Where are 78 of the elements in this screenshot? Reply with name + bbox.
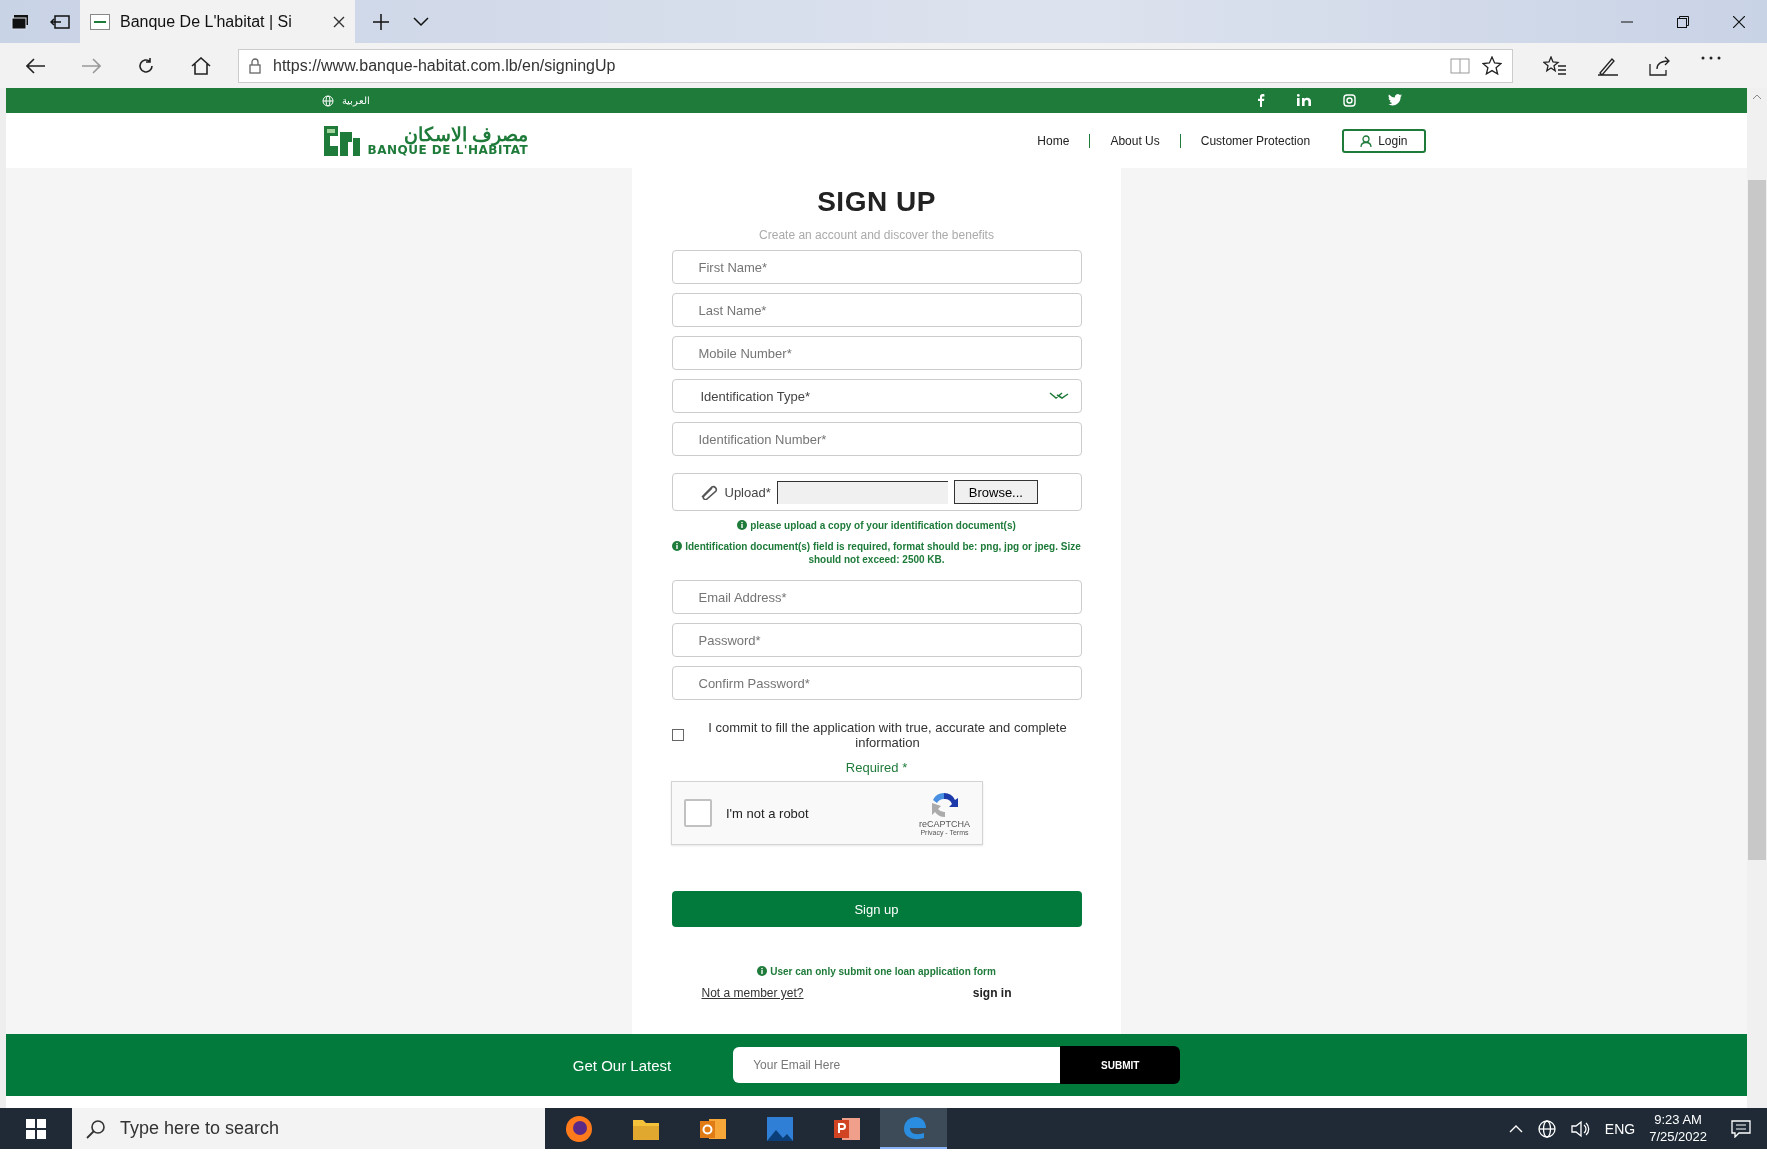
network-globe-icon[interactable]	[1536, 1118, 1557, 1139]
info-note: User can only submit one loan application form	[770, 966, 996, 977]
back-arrow-icon[interactable]	[25, 57, 46, 74]
text-field[interactable]: Mobile Number*	[671, 336, 1082, 370]
restore-icon[interactable]	[1677, 15, 1689, 28]
chevron-down-icon[interactable]	[413, 16, 429, 27]
info-icon	[757, 966, 768, 976]
upload-field[interactable]: Upload* Browse...	[671, 473, 1082, 511]
required-label: Required *	[845, 760, 908, 775]
not-member-link[interactable]: Not a member yet?	[701, 986, 804, 1000]
firefox-icon[interactable]	[564, 1114, 593, 1143]
newsletter-label: Get Our Latest	[572, 1056, 672, 1074]
page-title: SIGN UP	[817, 186, 936, 218]
notification-icon[interactable]	[1731, 1119, 1751, 1138]
upload-note: please upload a copy of your identification document(s)	[750, 520, 1016, 531]
nav-link[interactable]: Home	[1017, 133, 1091, 148]
subtitle: Create an account and discover the benefits	[759, 228, 994, 242]
lock-icon	[249, 57, 261, 74]
recaptcha-brand: reCAPTCHA	[919, 818, 970, 829]
browser-tab[interactable]: Banque De L'habitat | Si	[80, 0, 355, 43]
email-field[interactable]: Your Email Here	[733, 1047, 1061, 1083]
captcha-label: I'm not a robot	[726, 805, 810, 821]
more-icon[interactable]	[1701, 55, 1721, 60]
linkedin-icon[interactable]	[1296, 94, 1311, 106]
nav-link[interactable]: About Us	[1090, 133, 1181, 148]
close-icon[interactable]	[333, 15, 345, 28]
search-icon	[86, 1118, 106, 1139]
sign-in-link[interactable]: sign in	[972, 986, 1012, 1000]
close-icon[interactable]	[1733, 15, 1745, 28]
checkbox-label: I commit to fill the application with true, accurate and complete information	[707, 720, 1068, 750]
text-field[interactable]: Email Address*	[671, 580, 1082, 614]
globe-icon	[321, 94, 334, 107]
twitter-icon[interactable]	[1387, 94, 1402, 106]
taskbar-search-field[interactable]: Type here to search	[72, 1108, 545, 1149]
info-icon	[672, 541, 683, 551]
favorites-icon[interactable]	[1543, 55, 1567, 76]
text-field[interactable]: Password*	[671, 623, 1082, 657]
tabs-icon[interactable]	[11, 13, 29, 30]
windows-start-icon[interactable]	[26, 1118, 46, 1139]
text-field[interactable]: Identification Number*	[671, 422, 1082, 456]
facebook-icon[interactable]	[1256, 94, 1265, 107]
logo-arabic-text: مصرف الاسكان	[403, 125, 529, 144]
captcha-checkbox[interactable]	[684, 799, 712, 827]
chevron-up-icon[interactable]	[1508, 1124, 1523, 1133]
photos-icon[interactable]	[765, 1115, 794, 1142]
scrollbar-thumb[interactable]	[1748, 180, 1766, 860]
speaker-icon[interactable]	[1570, 1119, 1591, 1138]
text-field[interactable]: Last Name*	[671, 293, 1082, 327]
scroll-up-icon[interactable]	[1752, 94, 1762, 100]
chevron-down-icon	[1048, 392, 1069, 400]
checkbox[interactable]	[671, 729, 684, 741]
user-icon	[1360, 134, 1373, 147]
info-icon	[737, 520, 748, 530]
submit-button[interactable]: SUBMIT	[1060, 1046, 1181, 1084]
home-icon[interactable]	[190, 56, 211, 75]
favicon-icon	[90, 13, 110, 30]
language-indicator[interactable]: ENG	[1604, 1120, 1636, 1137]
clock-date[interactable]: 7/25/2022	[1649, 1128, 1707, 1146]
star-icon[interactable]	[1482, 55, 1502, 76]
share-icon[interactable]	[1649, 55, 1671, 76]
language-link[interactable]: العربية	[341, 95, 370, 106]
plus-icon[interactable]	[373, 13, 389, 30]
select-field[interactable]: Identification Type*	[671, 379, 1082, 413]
instagram-icon[interactable]	[1342, 94, 1356, 107]
text-field[interactable]: First Name*	[671, 250, 1082, 284]
address-bar[interactable]: https://www.banque-habitat.com.lb/en/signingUp	[238, 48, 1513, 83]
tab-back-icon[interactable]	[50, 13, 70, 30]
login-button[interactable]: Login	[1342, 128, 1426, 153]
forward-arrow-icon[interactable]	[80, 57, 101, 74]
nav-link[interactable]: Customer Protection	[1180, 133, 1331, 148]
text-field[interactable]: Confirm Password*	[671, 666, 1082, 700]
logo-text: BANQUE DE L'HABITAT	[367, 144, 529, 156]
logo-mark-icon	[321, 123, 362, 158]
recaptcha-icon	[929, 790, 960, 819]
browse-button[interactable]: Browse...	[953, 480, 1038, 504]
upload-note: Identification document(s) field is required, format should be: png, jpg or jpeg. Size should not exceed: 2500 KB.	[685, 541, 1081, 565]
clock-time[interactable]: 9:23 AM	[1654, 1111, 1702, 1129]
sign-up-button[interactable]: Sign up	[671, 891, 1082, 927]
